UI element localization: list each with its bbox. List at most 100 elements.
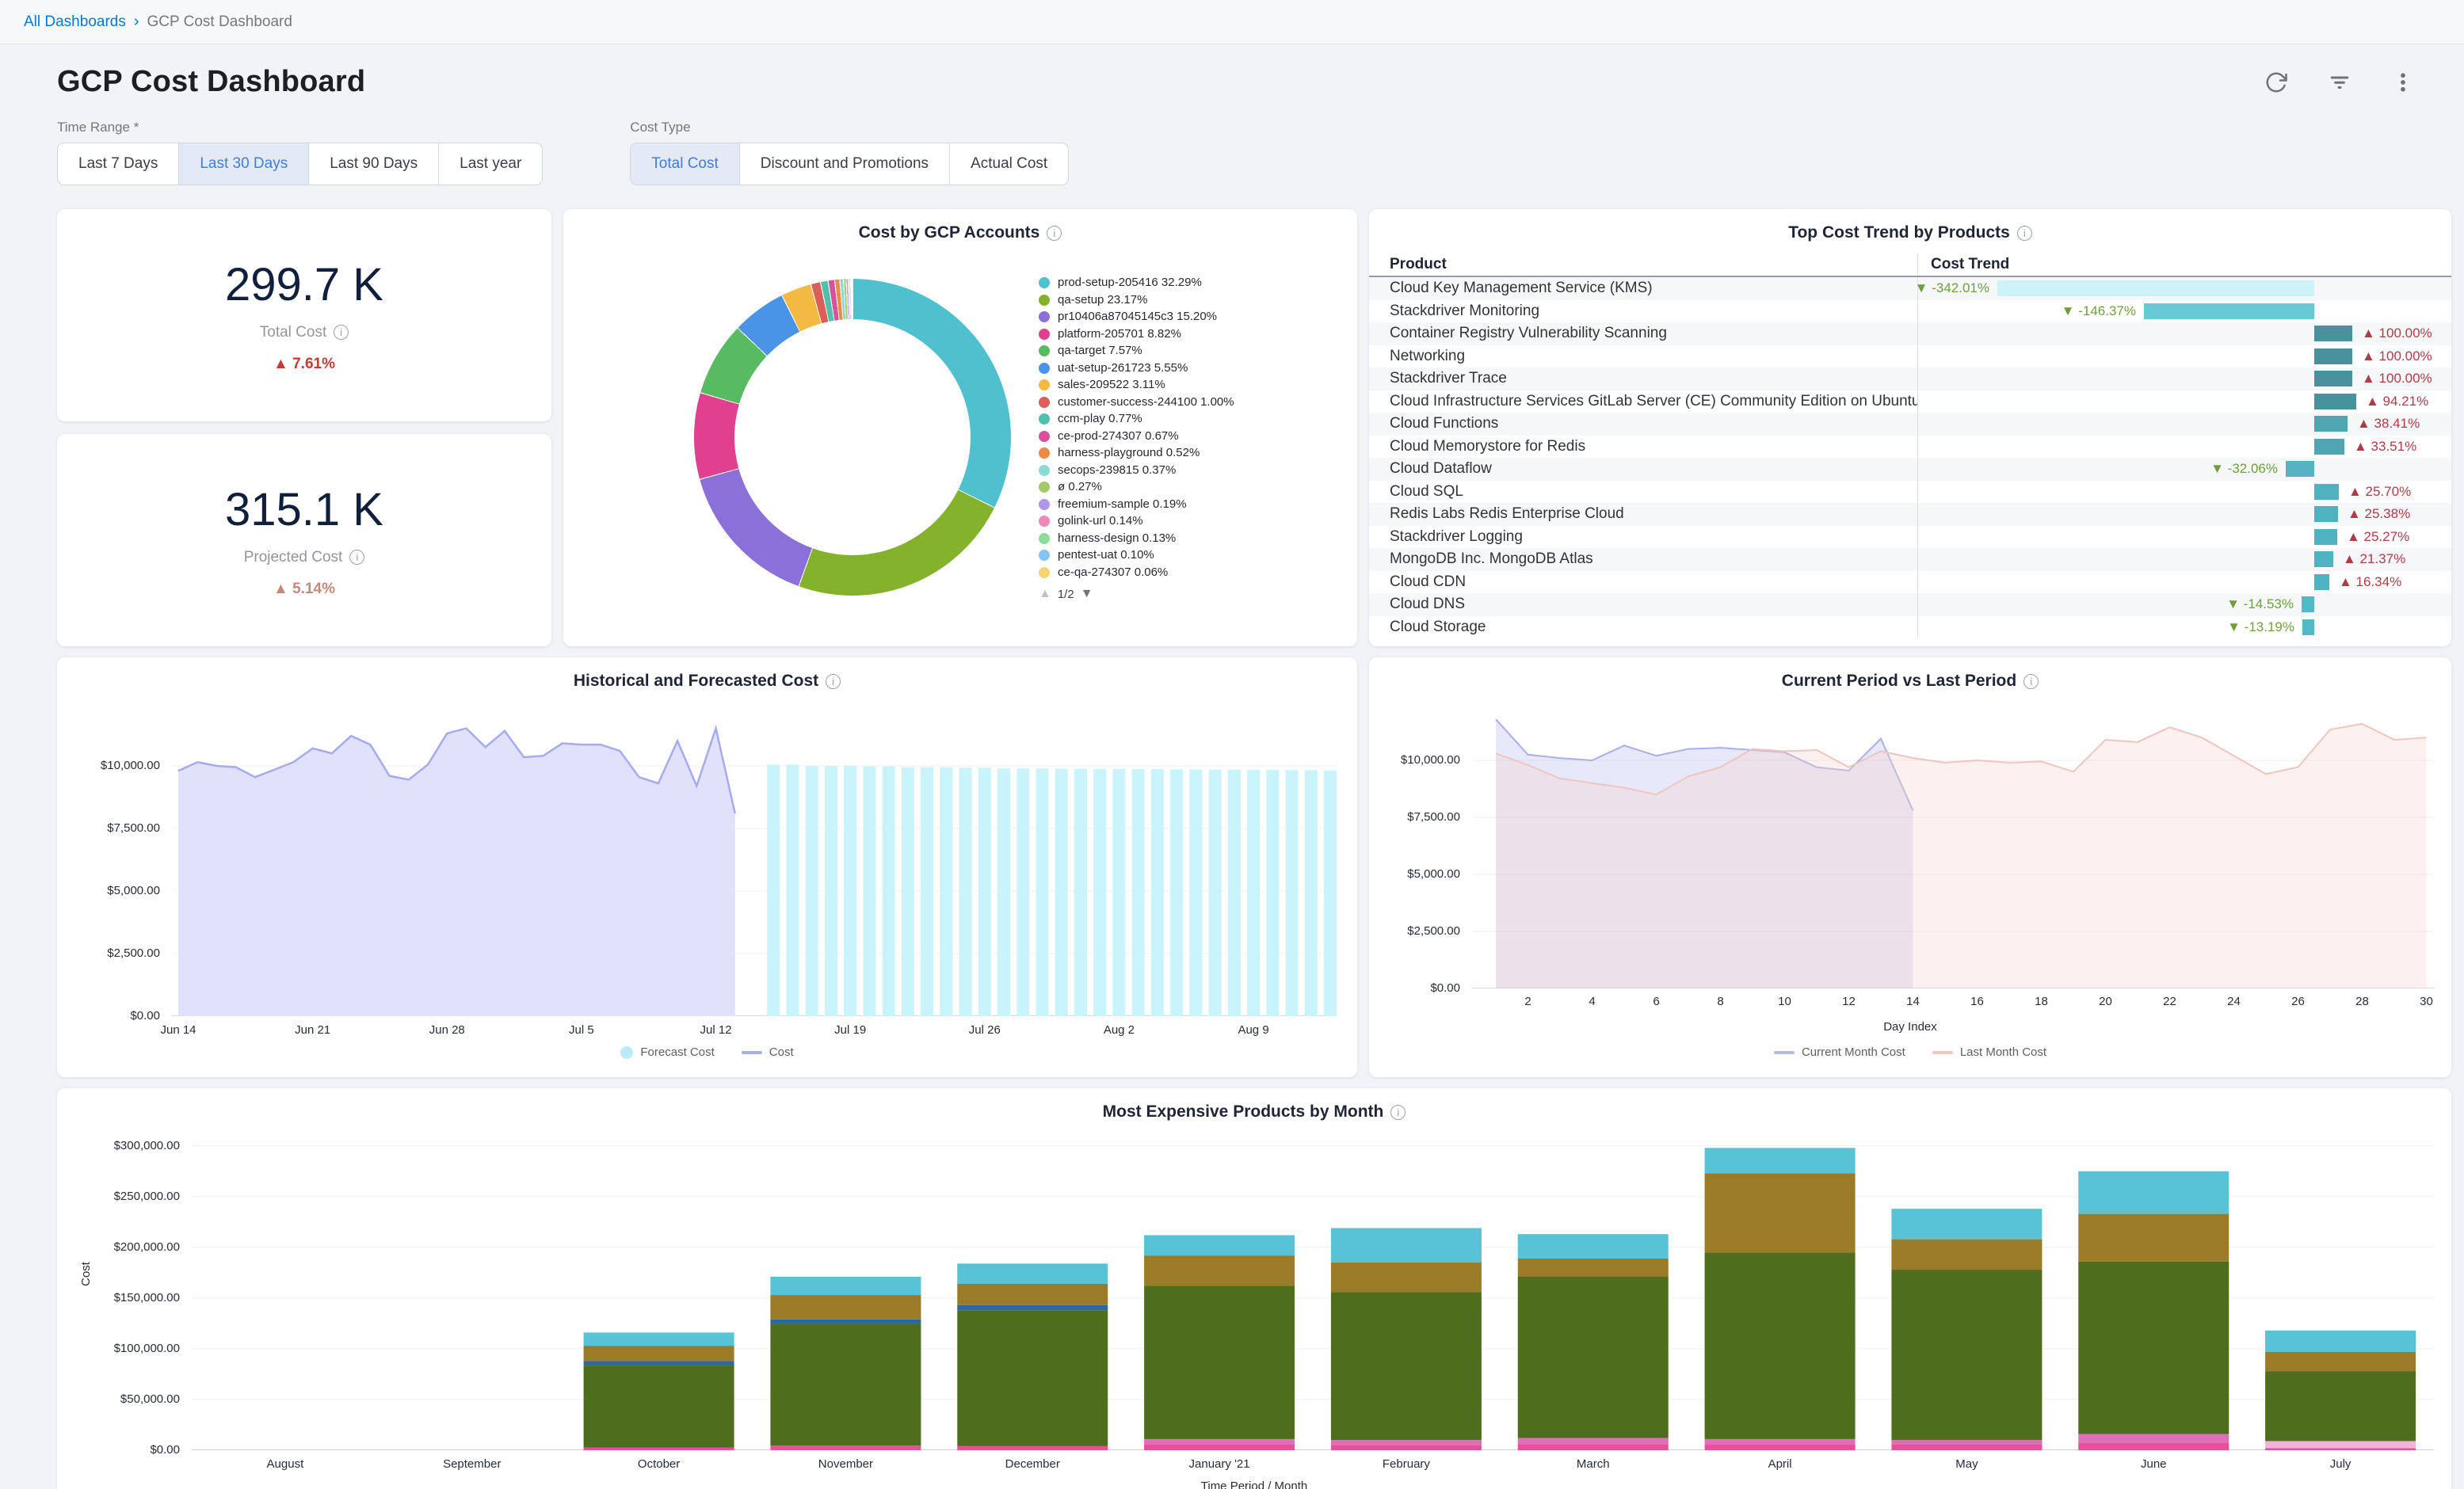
- legend-item-forecast-cost[interactable]: Forecast Cost: [620, 1045, 714, 1059]
- row-3: Most Expensive Products by Month $0.00$5…: [57, 1088, 2451, 1489]
- info-icon[interactable]: [334, 325, 349, 340]
- y-axis-tick: $5,000.00: [1369, 867, 1460, 881]
- cost-trend-table: ProductCost TrendCloud Key Management Se…: [1369, 253, 2451, 638]
- legend-item[interactable]: sales-209522 3.11%: [1039, 376, 1349, 394]
- cost-type-option-discount-and-promotions[interactable]: Discount and Promotions: [739, 143, 949, 185]
- trend-cell: ▲ 16.34%: [1918, 571, 2451, 594]
- table-row: Stackdriver Monitoring ▼ -146.37%: [1369, 300, 2451, 323]
- legend-item-last-month-cost[interactable]: Last Month Cost: [1932, 1045, 2046, 1059]
- x-axis-tick: 4: [1589, 995, 1595, 1008]
- table-row: Cloud Functions▲ 38.41%: [1369, 413, 2451, 436]
- legend-item-current-month-cost[interactable]: Current Month Cost: [1774, 1045, 1905, 1059]
- legend-label: Last Month Cost: [1960, 1045, 2046, 1059]
- cost-type-filter: Cost Type Total CostDiscount and Promoti…: [630, 120, 1069, 185]
- refresh-icon[interactable]: [2263, 69, 2290, 96]
- breadcrumb-link-all-dashboards[interactable]: All Dashboards: [24, 13, 126, 31]
- legend-dot: [1039, 397, 1050, 408]
- legend-label: customer-success-244100 1.00%: [1058, 394, 1234, 411]
- top-cost-trend-card: Top Cost Trend by Products ProductCost T…: [1369, 209, 2451, 646]
- product-cell: MongoDB Inc. MongoDB Atlas: [1369, 548, 1918, 571]
- trend-cell: ▲ 38.41%: [1918, 413, 2451, 436]
- x-axis-tick: July: [2330, 1457, 2351, 1471]
- legend-label: sales-209522 3.11%: [1058, 376, 1165, 394]
- table-row: Cloud SQL ▲ 25.70%: [1369, 481, 2451, 504]
- table-row: Redis Labs Redis Enterprise Cloud▲ 25.38…: [1369, 503, 2451, 526]
- total-cost-card: 299.7 K Total Cost ▲ 7.61%: [57, 209, 551, 421]
- info-icon[interactable]: [2023, 674, 2039, 689]
- page-down-icon[interactable]: ▼: [1081, 587, 1093, 601]
- page-header: GCP Cost Dashboard: [0, 44, 2464, 99]
- legend-label: pr10406a87045145c3 15.20%: [1058, 308, 1217, 326]
- period-chart[interactable]: [1472, 703, 2435, 988]
- trend-cell: ▼ -32.06%: [1918, 458, 2451, 481]
- time-range-option-last-90-days[interactable]: Last 90 Days: [308, 143, 438, 185]
- info-icon[interactable]: [826, 674, 841, 689]
- trend-value: ▲ 25.70%: [2348, 484, 2411, 500]
- legend-label: ccm-play 0.77%: [1058, 410, 1142, 428]
- legend-item[interactable]: qa-setup 23.17%: [1039, 291, 1349, 309]
- x-axis-tick: Jul 19: [834, 1023, 866, 1037]
- product-cell: Stackdriver Monitoring: [1369, 300, 1918, 323]
- time-range-option-last-year[interactable]: Last year: [438, 143, 542, 185]
- legend-item[interactable]: ø 0.27%: [1039, 478, 1349, 496]
- legend-item[interactable]: platform-205701 8.82%: [1039, 326, 1349, 343]
- x-axis-tick: April: [1768, 1457, 1792, 1471]
- column-header-product[interactable]: Product: [1369, 253, 1918, 276]
- projected-cost-delta: ▲ 5.14%: [273, 581, 335, 598]
- donut-chart[interactable]: [694, 279, 1011, 596]
- historical-chart[interactable]: [172, 703, 1337, 1016]
- cost-type-option-total-cost[interactable]: Total Cost: [631, 143, 738, 185]
- trend-value: ▲ 33.51%: [2354, 439, 2416, 455]
- legend-dot: [1039, 277, 1050, 288]
- product-cell: Cloud SQL: [1369, 481, 1918, 504]
- breadcrumb-chevron-icon: ›: [134, 13, 139, 31]
- legend-item[interactable]: pr10406a87045145c3 15.20%: [1039, 308, 1349, 326]
- legend-item[interactable]: freemium-sample 0.19%: [1039, 496, 1349, 513]
- info-icon[interactable]: [1390, 1105, 1406, 1120]
- trend-cell: ▲ 100.00%: [1918, 322, 2451, 345]
- x-axis-tick: Jul 12: [700, 1023, 732, 1037]
- legend-item[interactable]: pentest-uat 0.10%: [1039, 546, 1349, 564]
- info-icon[interactable]: [1047, 226, 1062, 241]
- legend-item[interactable]: qa-target 7.57%: [1039, 342, 1349, 360]
- column-header-cost-trend[interactable]: Cost Trend: [1918, 253, 2451, 276]
- legend-item[interactable]: customer-success-244100 1.00%: [1039, 394, 1349, 411]
- period-chart-title: Current Period vs Last Period: [1369, 657, 2451, 691]
- product-cell: Redis Labs Redis Enterprise Cloud: [1369, 503, 1918, 526]
- filter-icon[interactable]: [2326, 69, 2353, 96]
- info-icon[interactable]: [2017, 226, 2032, 241]
- line-marker: [1774, 1051, 1795, 1054]
- legend-item[interactable]: ccm-play 0.77%: [1039, 410, 1349, 428]
- legend-item[interactable]: ce-qa-274307 0.06%: [1039, 564, 1349, 581]
- projected-cost-label: Projected Cost: [244, 549, 365, 566]
- time-range-option-last-7-days[interactable]: Last 7 Days: [58, 143, 178, 185]
- legend-label: Forecast Cost: [640, 1045, 714, 1059]
- x-axis-title: Time Period / Month: [57, 1479, 2451, 1489]
- time-range-option-last-30-days[interactable]: Last 30 Days: [178, 143, 308, 185]
- legend-dot: [1039, 550, 1050, 561]
- stacked-bar-chart[interactable]: [192, 1136, 2434, 1450]
- info-icon[interactable]: [349, 550, 364, 565]
- kebab-menu-icon[interactable]: [2390, 69, 2416, 96]
- cost-type-option-actual-cost[interactable]: Actual Cost: [949, 143, 1068, 185]
- legend-item[interactable]: secops-239815 0.37%: [1039, 462, 1349, 479]
- legend-item[interactable]: harness-playground 0.52%: [1039, 444, 1349, 462]
- trend-bar: [2314, 326, 2352, 341]
- product-cell: Cloud DNS: [1369, 593, 1918, 616]
- legend-label: qa-target 7.57%: [1058, 342, 1142, 360]
- trend-value: ▼ -146.37%: [2062, 303, 2136, 319]
- legend-dot: [1039, 499, 1050, 510]
- legend-item[interactable]: prod-setup-205416 32.29%: [1039, 274, 1349, 291]
- legend-item[interactable]: uat-setup-261723 5.55%: [1039, 360, 1349, 377]
- legend-item[interactable]: harness-design 0.13%: [1039, 530, 1349, 547]
- legend-item[interactable]: golink-url 0.14%: [1039, 512, 1349, 530]
- trend-value: ▲ 100.00%: [2362, 326, 2432, 341]
- time-range-button-group: Last 7 DaysLast 30 DaysLast 90 DaysLast …: [57, 143, 543, 185]
- legend-dot: [1039, 567, 1050, 578]
- row-2: Historical and Forecasted Cost $0.00$2,5…: [57, 657, 2451, 1077]
- legend-item-cost[interactable]: Cost: [742, 1045, 794, 1059]
- trend-value: ▲ 38.41%: [2357, 416, 2420, 432]
- page-up-icon[interactable]: ▲: [1039, 587, 1051, 601]
- trend-bar: [2314, 551, 2333, 567]
- legend-item[interactable]: ce-prod-274307 0.67%: [1039, 428, 1349, 445]
